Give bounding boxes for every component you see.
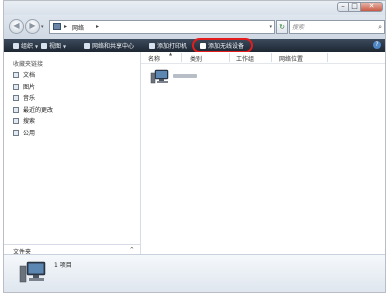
organize-label: 组织	[21, 43, 34, 50]
printer-icon	[149, 43, 155, 49]
sidebar-item-label: 最近的更改	[23, 106, 54, 114]
network-center-icon	[84, 43, 90, 49]
sidebar-item-recent-changes[interactable]: 最近的更改	[13, 105, 53, 117]
address-row: ◀ ▶ ▾ ▸ 网络 ▸ ▾ ↻ ⌕	[4, 15, 385, 39]
minimize-button[interactable]: –	[337, 2, 349, 12]
sidebar-item-label: 音乐	[23, 95, 36, 102]
network-computer-item[interactable]	[150, 67, 210, 87]
help-icon[interactable]: ?	[373, 41, 381, 49]
sidebar-item-label: 文档	[23, 72, 36, 79]
sidebar-item-pictures[interactable]: 图片	[13, 82, 53, 94]
views-icon	[41, 43, 47, 49]
details-pane: 1 项目	[4, 254, 385, 292]
favorites-header: 收藏夹链接	[13, 61, 44, 68]
add-printer-button[interactable]: 添加打印机	[149, 41, 187, 50]
chevron-up-icon: ^	[129, 247, 134, 253]
back-arrow-icon: ◀	[13, 21, 20, 30]
add-printer-label: 添加打印机	[157, 43, 188, 50]
music-icon	[13, 95, 19, 101]
computer-name-redacted	[173, 74, 197, 78]
sidebar-item-documents[interactable]: 文档	[13, 70, 53, 82]
sidebar-item-music[interactable]: 音乐	[13, 93, 53, 105]
sidebar-item-public[interactable]: 公用	[13, 128, 53, 140]
chevron-down-icon: ▼	[35, 44, 39, 49]
refresh-icon: ↻	[279, 23, 285, 31]
views-label: 视图	[49, 43, 62, 50]
address-bar[interactable]: ▸ 网络 ▸ ▾	[49, 20, 275, 34]
breadcrumb-separator-icon[interactable]: ▸	[96, 23, 99, 30]
breadcrumb-network[interactable]: 网络	[72, 23, 84, 32]
documents-icon	[13, 72, 19, 78]
sort-arrow-icon: ▲	[169, 51, 173, 56]
annotation-highlight-circle	[192, 38, 253, 53]
sidebar-item-label: 图片	[23, 83, 36, 91]
network-center-label: 网络和共享中心	[92, 43, 135, 50]
computer-icon	[150, 69, 169, 84]
column-divider[interactable]	[229, 53, 230, 62]
favorites-list: 文档 图片 音乐 最近的更改 搜索 公用	[13, 70, 53, 139]
search-box[interactable]: ⌕	[289, 20, 385, 34]
chevron-down-icon: ▼	[63, 44, 67, 49]
maximize-button[interactable]: □	[349, 2, 361, 12]
search-input[interactable]	[292, 22, 372, 32]
pictures-icon	[13, 83, 19, 90]
computer-icon	[19, 261, 46, 283]
sidebar-item-searches[interactable]: 搜索	[13, 116, 53, 128]
close-icon: ✕	[368, 2, 375, 10]
column-divider[interactable]	[327, 53, 328, 62]
address-dropdown-icon[interactable]: ▾	[269, 24, 272, 30]
sidebar-item-label: 搜索	[23, 118, 36, 125]
column-divider[interactable]	[181, 53, 182, 62]
column-headers: 名称 ▲ 类别 工作组 网络位置	[141, 51, 385, 64]
explorer-window: – □ ✕ ◀ ▶ ▾ ▸ 网络 ▸ ▾ ↻ ⌕ 组织▼ 视图▼ 网络和共享中心…	[3, 0, 386, 293]
history-dropdown-icon[interactable]: ▾	[41, 24, 44, 30]
forward-arrow-icon: ▶	[29, 21, 36, 30]
public-folder-icon	[13, 129, 19, 136]
item-count: 1 项目	[54, 262, 72, 269]
refresh-button[interactable]: ↻	[276, 20, 288, 34]
maximize-icon: □	[351, 2, 358, 10]
network-icon	[53, 23, 61, 30]
column-header-workgroup[interactable]: 工作组	[236, 54, 254, 63]
forward-button[interactable]: ▶	[25, 19, 40, 34]
minimize-icon: –	[341, 2, 345, 10]
breadcrumb-separator-icon[interactable]: ▸	[64, 23, 67, 30]
column-header-network-location[interactable]: 网络位置	[279, 54, 303, 63]
column-divider[interactable]	[271, 53, 272, 62]
back-button[interactable]: ◀	[9, 19, 24, 34]
recent-changes-icon	[13, 106, 19, 113]
views-button[interactable]: 视图 ▼	[41, 41, 66, 50]
column-header-category[interactable]: 类别	[190, 54, 202, 63]
sidebar-item-label: 公用	[23, 129, 36, 137]
search-icon[interactable]: ⌕	[378, 23, 382, 32]
column-header-name[interactable]: 名称	[148, 54, 160, 63]
close-button[interactable]: ✕	[361, 2, 383, 12]
search-folder-icon	[13, 118, 19, 124]
organize-icon	[13, 43, 19, 49]
network-center-button[interactable]: 网络和共享中心	[84, 41, 134, 50]
organize-button[interactable]: 组织 ▼	[13, 41, 38, 50]
title-bar: – □ ✕	[4, 1, 385, 15]
navigation-pane: 收藏夹链接 文档 图片 音乐 最近的更改 搜索 公用 文件夹 ^	[4, 52, 141, 257]
